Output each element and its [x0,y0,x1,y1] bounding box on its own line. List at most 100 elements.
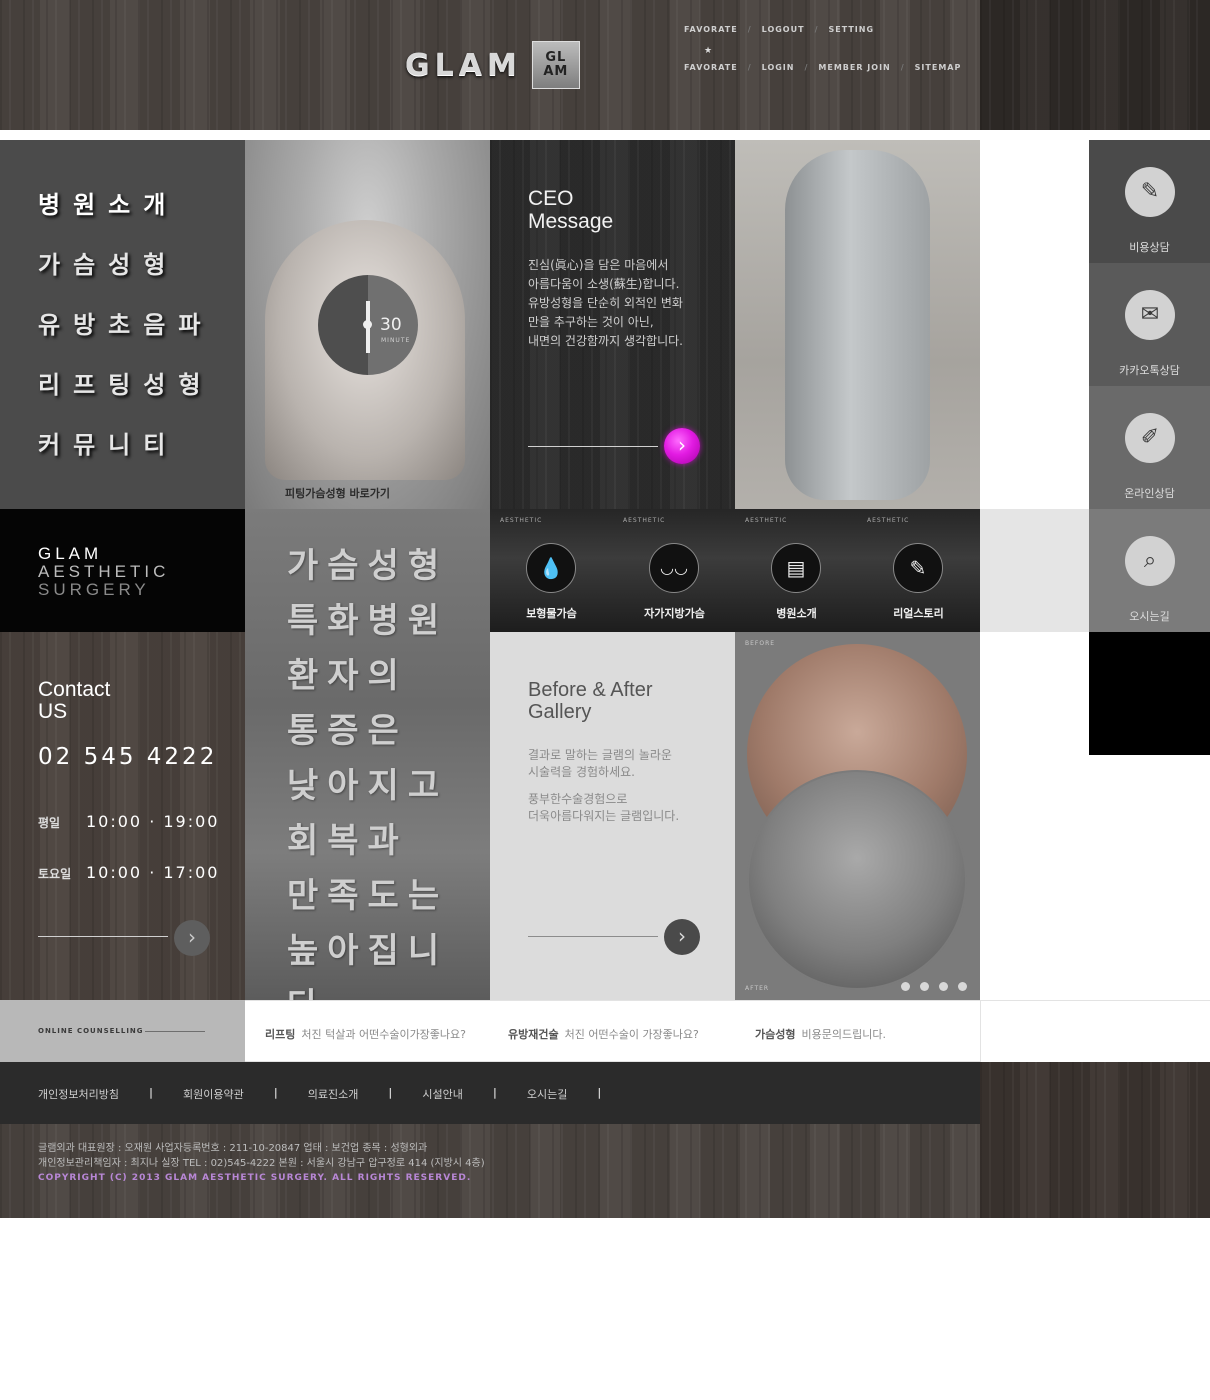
phone-number[interactable]: 02 545 4222 [38,744,217,770]
nav-separator: / [747,25,752,34]
ceo-more-button[interactable]: › [664,428,700,464]
brand-line-aesthetic: AESTHETIC [38,562,170,581]
tile-tag: AESTHETIC [745,517,788,524]
divider [145,1031,205,1032]
menu-item-community[interactable]: 커뮤니티 [38,425,245,485]
breast-icon: ◡◡ [649,543,699,593]
setting-link[interactable]: SETTING [828,25,874,34]
tile-fat-graft-breast[interactable]: AESTHETIC ◡◡ 자가지방가슴 [613,509,736,632]
gallery-title-line2: Gallery [528,701,592,723]
building-icon: ▤ [771,543,821,593]
divider [38,936,168,937]
before-after-slider: BEFORE AFTER [735,632,980,1000]
pagination-dot[interactable] [939,982,948,991]
counselling-list: 리프팅 처진 턱살과 어떤수술이가장좋나요? 유방재건술 처진 어떤수술이 가장좋나… [245,1000,980,1062]
slider-pagination [901,982,967,991]
slogan-line: 만족도는 [287,876,449,916]
gallery-text-line: 결과로 말하는 글램의 놀라운 [528,748,672,762]
pagination-dot[interactable] [920,982,929,991]
slogan-line: 가슴성형 [287,546,449,586]
gallery-text: 결과로 말하는 글램의 놀라운 시술력을 경험하세요. 풍부한수술경험으로 더욱… [528,747,679,825]
tile-real-story[interactable]: AESTHETIC ✎ 리얼스토리 [857,509,980,632]
footer-link-separator: | [148,1086,153,1099]
sidebar-item-online-consult[interactable]: ✐ 온라인상담 [1089,386,1210,509]
drop-icon: 💧 [526,543,576,593]
promo-caption-link[interactable]: 피팅가슴성형 바로가기 [285,485,390,501]
counselling-right-space [980,1000,1210,1062]
tag-icon: ✎ [1125,167,1175,217]
nav-separator: / [747,63,752,72]
copyright: COPYRIGHT (C) 2013 GLAM AESTHETIC SURGER… [38,1173,472,1183]
faq-question: 비용문의드립니다. [801,1028,886,1041]
star-icon: ★ [704,46,713,56]
slogan-line: 특화병원 [287,601,449,641]
online-counselling-label[interactable]: ONLINE COUNSELLING [0,1000,245,1062]
slogan: 가슴성형 특화병원 환자의 통증은 낮아지고 회복과 만족도는 높아집니다. [287,539,490,1034]
timer-badge: 30 MINUTE [318,275,418,375]
menu-item-hospital-intro[interactable]: 병원소개 [38,185,245,245]
sitemap-link[interactable]: SITEMAP [915,63,962,72]
before-after-panel: Before & After Gallery 결과로 말하는 글램의 놀라운 시… [490,632,735,1000]
menu-item-lifting[interactable]: 리프팅성형 [38,365,245,425]
top-utility-nav: FAVORATE / LOGOUT / SETTING [684,25,874,34]
tile-label: 자가지방가슴 [644,607,705,620]
gallery-text-line: 더욱아름다워지는 글램입니다. [528,809,680,823]
saturday-hours: 토요일 10:00 · 17:00 [38,863,219,882]
timer-unit: MINUTE [381,337,411,344]
ceo-title-line2: Message [528,210,614,233]
faq-category: 가슴성형 [755,1028,796,1041]
faq-item[interactable]: 유방재건술 처진 어떤수술이 가장좋나요? [508,1026,699,1042]
slogan-line: 회복과 [287,821,408,861]
ceo-message-panel: CEO Message 진심(眞心)을 담은 마음에서 아름다움이 소생(蘇生)… [490,140,735,509]
tile-hospital-intro[interactable]: AESTHETIC ▤ 병원소개 [735,509,858,632]
dress-figure [785,150,930,500]
footer-link-privacy[interactable]: 개인정보처리방침 [38,1086,119,1102]
footer-link-terms[interactable]: 회원이용약관 [183,1086,244,1102]
header-wood-panel [980,0,1210,130]
contact-title-line2: US [38,700,68,723]
after-label: AFTER [745,985,770,992]
logo-text: GLAM [405,47,522,83]
fitting-breast-promo[interactable]: 30 MINUTE 피팅가슴성형 바로가기 [245,140,490,509]
footer-link-doctors[interactable]: 의료진소개 [308,1086,359,1102]
menu-item-breast-surgery[interactable]: 가슴성형 [38,245,245,305]
slogan-line: 환자의 [287,656,408,696]
contact-title-line1: Contact [38,678,111,701]
favorite-link-top[interactable]: FAVORATE [684,25,738,34]
footer-link-directions[interactable]: 오시는길 [527,1086,567,1102]
main-menu: 병원소개 가슴성형 유방초음파 리프팅성형 커뮤니티 [0,140,245,509]
pagination-dot[interactable] [901,982,910,991]
faq-item[interactable]: 가슴성형 비용문의드립니다. [755,1026,886,1042]
login-link[interactable]: LOGIN [762,63,795,72]
timer-value: 30 [380,315,402,335]
favorite-link[interactable]: FAVORATE [684,63,738,72]
ceo-text-line: 진심(眞心)을 담은 마음에서 [528,258,669,272]
gallery-title: Before & After Gallery [528,679,653,723]
right-band [980,509,1089,632]
nav-separator: / [804,63,809,72]
sidebar-item-directions[interactable]: ⌕ 오시는길 [1089,509,1210,632]
dress-model-photo [735,140,980,509]
quick-sidebar: ✎ 비용상담 ✉ 카카오톡상담 ✐ 온라인상담 ⌕ 오시는길 [1089,140,1210,632]
tag-icon: ✎ [893,543,943,593]
sidebar-item-cost-consult[interactable]: ✎ 비용상담 [1089,140,1210,263]
logout-link[interactable]: LOGOUT [762,25,805,34]
company-info-line: 글램외과 대표원장 : 오재원 사업자등록번호 : 211-10-20847 업… [38,1143,428,1154]
member-join-link[interactable]: MEMBER JOIN [818,63,890,72]
faq-item[interactable]: 리프팅 처진 턱살과 어떤수술이가장좋나요? [265,1026,466,1042]
footer-link-facilities[interactable]: 시설안내 [422,1086,462,1102]
pencil-icon: ✐ [1125,413,1175,463]
gallery-more-button[interactable]: › [664,919,700,955]
logo[interactable]: GLAM GL AM [405,40,580,90]
gallery-title-line1: Before & After [528,679,653,701]
slogan-line: 낮아지고 [287,766,449,806]
contact-title: Contact US [38,679,110,723]
sidebar-item-kakao-consult[interactable]: ✉ 카카오톡상담 [1089,263,1210,386]
logo-badge: GL AM [531,41,580,89]
menu-item-breast-ultrasound[interactable]: 유방초음파 [38,305,245,365]
weekday-time: 10:00 · 19:00 [86,812,220,831]
tile-implant-breast[interactable]: AESTHETIC 💧 보형물가슴 [490,509,613,632]
contact-more-button[interactable]: › [174,920,210,956]
chat-icon: ✉ [1125,290,1175,340]
pagination-dot[interactable] [958,982,967,991]
